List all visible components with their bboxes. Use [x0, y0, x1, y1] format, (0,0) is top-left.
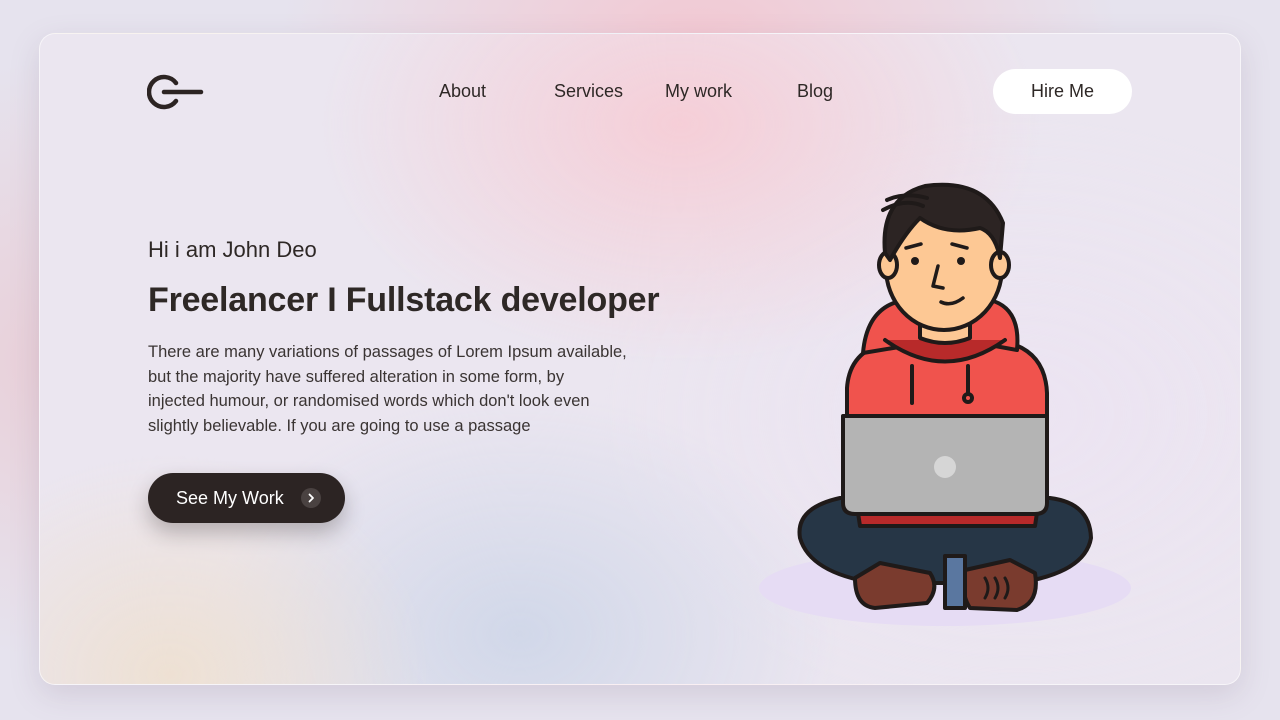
hero-headline: Freelancer I Fullstack developer: [148, 281, 660, 319]
description-line: but the majority have suffered alteratio…: [148, 367, 565, 386]
description-line: There are many variations of passages of…: [148, 343, 627, 361]
hire-me-label: Hire Me: [1030, 81, 1094, 101]
description-line: slightly believable. If you are going to…: [148, 417, 531, 436]
hero-description: There are many variations of passages of…: [148, 340, 668, 439]
hire-me-button[interactable]: Hire Me: [993, 69, 1132, 114]
developer-illustration: [759, 182, 1131, 626]
nav-link-about[interactable]: About: [439, 81, 486, 102]
nav-link-my-work[interactable]: My work: [665, 81, 732, 102]
nav-link-blog[interactable]: Blog: [797, 81, 833, 102]
description-line: injected humour, or randomised words whi…: [148, 392, 590, 411]
nav-link-services[interactable]: Services: [554, 81, 623, 102]
logo-icon[interactable]: [147, 72, 205, 112]
see-my-work-label: See My Work: [176, 487, 284, 508]
chevron-right-icon: [301, 488, 321, 508]
see-my-work-button[interactable]: See My Work: [148, 473, 345, 523]
hero-greeting: Hi i am John Deo: [148, 237, 317, 262]
